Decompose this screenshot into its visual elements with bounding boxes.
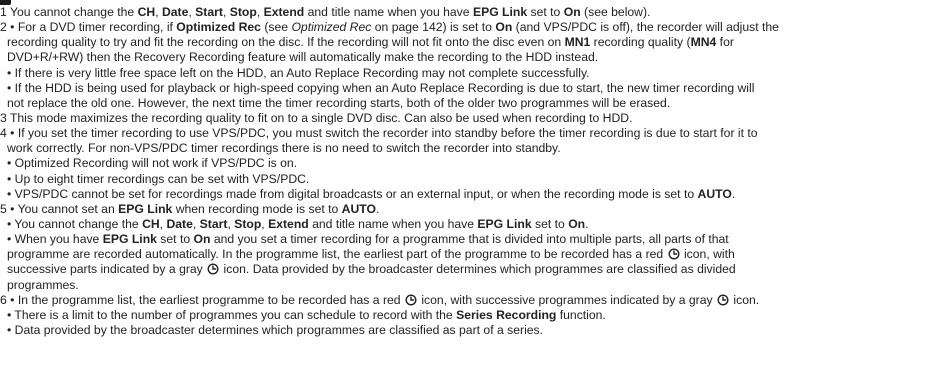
bold-term: Date bbox=[161, 5, 189, 19]
text-line: • There is a limit to the number of prog… bbox=[0, 308, 938, 323]
text-span: , bbox=[222, 5, 230, 19]
bold-term: EPG Link bbox=[472, 5, 528, 19]
text-span: , bbox=[256, 5, 264, 19]
bold-term: Series Recording bbox=[456, 307, 557, 322]
text-span: 5 • You cannot set an bbox=[0, 201, 119, 216]
text-line: • If the HDD is being used for playback … bbox=[0, 81, 938, 96]
text-span: (and VPS/PDC is off), the recorder will … bbox=[512, 20, 779, 35]
text-line: programmes. bbox=[0, 278, 938, 293]
bold-term: MN1 bbox=[564, 35, 591, 50]
text-span: when recording mode is set to bbox=[172, 201, 342, 216]
bold-term: EPG Link bbox=[102, 232, 157, 247]
text-span: • Data provided by the broadcaster deter… bbox=[7, 322, 544, 337]
text-line: DVD+R/+RW) then the Recovery Recording f… bbox=[0, 50, 938, 65]
text-span: recording quality to try and fit the rec… bbox=[7, 35, 565, 50]
bold-term: EPG Link bbox=[477, 216, 532, 231]
text-span: • If there is very little free space lef… bbox=[7, 65, 590, 80]
text-span: programmes. bbox=[7, 277, 79, 292]
clock-icon bbox=[405, 294, 417, 306]
bold-term: Start bbox=[195, 5, 223, 19]
text-span: (see below). bbox=[580, 5, 651, 19]
text-span: work correctly. For non-VPS/PDC timer re… bbox=[7, 141, 561, 156]
text-span: set to bbox=[156, 232, 194, 247]
text-span: 6 • In the programme list, the earliest … bbox=[0, 292, 404, 307]
text-line: work correctly. For non-VPS/PDC timer re… bbox=[0, 141, 938, 156]
text-line: • Up to eight timer recordings can be se… bbox=[0, 172, 938, 187]
text-line: • If there is very little free space lef… bbox=[0, 66, 938, 81]
clock-icon bbox=[668, 248, 680, 260]
text-line: • Data provided by the broadcaster deter… bbox=[0, 323, 938, 338]
text-span: DVD+R/+RW) then the Recovery Recording f… bbox=[7, 50, 599, 65]
bold-term: On bbox=[495, 20, 513, 35]
text-span: icon, with bbox=[680, 247, 735, 262]
text-span: • If the HDD is being used for playback … bbox=[7, 80, 755, 95]
text-span: successive parts indicated by a gray bbox=[7, 262, 207, 277]
text-span: . bbox=[585, 216, 589, 231]
text-span: • VPS/PDC cannot be set for recordings m… bbox=[7, 186, 698, 201]
text-line: 5 • You cannot set an EPG Link when reco… bbox=[0, 202, 938, 217]
italic-reference: Optimized Rec bbox=[291, 20, 372, 35]
text-span: programme are recorded automatically. In… bbox=[7, 247, 667, 262]
text-line: 2 • For a DVD timer recording, if Optimi… bbox=[0, 20, 938, 35]
text-span: icon. bbox=[730, 292, 760, 307]
text-span: • There is a limit to the number of prog… bbox=[7, 307, 457, 322]
bold-term: CH bbox=[142, 216, 160, 231]
text-span: • Optimized Recording will not work if V… bbox=[7, 156, 298, 171]
text-span: • When you have bbox=[7, 232, 103, 247]
text-span: 3 This mode maximizes the recording qual… bbox=[0, 110, 633, 125]
text-span: recording quality ( bbox=[590, 35, 691, 50]
text-span: , bbox=[155, 5, 162, 19]
bold-term: AUTO bbox=[341, 201, 376, 216]
bold-term: Extend bbox=[268, 216, 309, 231]
bold-term: MN4 bbox=[690, 35, 717, 50]
footnotes: 1 You cannot change the CH, Date, Start,… bbox=[0, 5, 938, 338]
text-span: not replace the old one. However, the ne… bbox=[7, 95, 671, 110]
text-line: 3 This mode maximizes the recording qual… bbox=[0, 111, 938, 126]
bold-term: Extend bbox=[263, 5, 305, 19]
text-span: and title name when you have bbox=[308, 216, 478, 231]
text-line: not replace the old one. However, the ne… bbox=[0, 96, 938, 111]
text-span: set to bbox=[531, 216, 569, 231]
text-span: and title name when you have bbox=[304, 5, 473, 19]
bold-term: Start bbox=[199, 216, 228, 231]
bold-term: On bbox=[568, 216, 586, 231]
bold-term: Optimized Rec bbox=[176, 20, 261, 35]
bold-term: AUTO bbox=[697, 186, 732, 201]
text-span: 1 You cannot change the bbox=[0, 5, 138, 19]
bold-term: On bbox=[193, 232, 211, 247]
text-span: function. bbox=[556, 307, 606, 322]
text-line: • Optimized Recording will not work if V… bbox=[0, 156, 938, 171]
text-line: • When you have EPG Link set to On and y… bbox=[0, 232, 938, 247]
bold-term: CH bbox=[137, 5, 156, 19]
text-line: programme are recorded automatically. In… bbox=[0, 247, 938, 262]
text-line: • You cannot change the CH, Date, Start,… bbox=[0, 217, 938, 232]
bold-term: Stop bbox=[234, 216, 262, 231]
text-span: 2 • For a DVD timer recording, if bbox=[0, 20, 177, 35]
text-line: • VPS/PDC cannot be set for recordings m… bbox=[0, 187, 938, 202]
bold-term: Stop bbox=[229, 5, 257, 19]
text-span: 4 • If you set the timer recording to us… bbox=[0, 126, 758, 141]
text-span: set to bbox=[527, 5, 564, 19]
clock-icon bbox=[207, 263, 219, 275]
text-line: 1 You cannot change the CH, Date, Start,… bbox=[0, 5, 938, 20]
text-line: 4 • If you set the timer recording to us… bbox=[0, 126, 938, 141]
text-span: and you set a timer recording for a prog… bbox=[210, 232, 729, 247]
text-span: . bbox=[731, 186, 736, 201]
text-span: , bbox=[192, 216, 200, 231]
text-span: . bbox=[375, 201, 380, 216]
text-line: successive parts indicated by a gray ico… bbox=[0, 262, 938, 277]
clock-icon bbox=[717, 294, 729, 306]
text-span: on page 142) is set to bbox=[371, 20, 496, 35]
text-span: (see bbox=[260, 20, 292, 35]
text-span: • Up to eight timer recordings can be se… bbox=[7, 171, 310, 186]
text-span: icon, with successive programmes indicat… bbox=[417, 292, 716, 307]
text-line: recording quality to try and fit the rec… bbox=[0, 35, 938, 50]
bold-term: EPG Link bbox=[118, 201, 173, 216]
text-span: for bbox=[716, 35, 734, 50]
text-span: • You cannot change the bbox=[7, 216, 143, 231]
bold-term: Date bbox=[166, 216, 193, 231]
text-line: 6 • In the programme list, the earliest … bbox=[0, 293, 938, 308]
bold-term: On bbox=[563, 5, 581, 19]
text-span: icon. Data provided by the broadcaster d… bbox=[220, 262, 736, 277]
